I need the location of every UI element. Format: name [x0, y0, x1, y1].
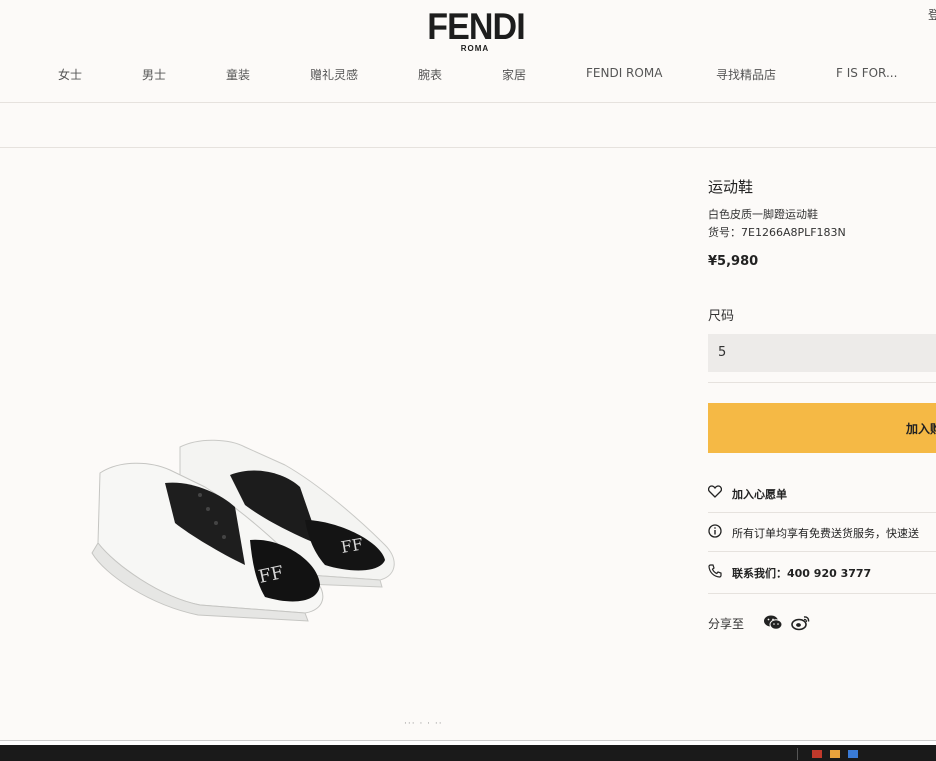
divider — [708, 593, 936, 594]
shipping-text: 所有订单均享有免费送货服务，快速送 — [732, 527, 919, 540]
site-header: FENDI ROMA 登 女士 男士 童装 赠礼灵感 腕表 家居 FENDI R… — [0, 0, 936, 103]
main-nav: 女士 男士 童装 赠礼灵感 腕表 家居 FENDI ROMA 寻找精品店 F I… — [0, 66, 936, 86]
add-to-cart-button[interactable]: 加入购 — [708, 403, 936, 453]
product-subtitle: 白色皮质一脚蹬运动鞋 — [708, 208, 818, 221]
product-image[interactable]: FF FF — [80, 425, 410, 640]
login-link[interactable]: 登 — [928, 6, 936, 23]
info-icon — [708, 524, 722, 538]
divider — [708, 382, 936, 383]
taskbar-app-icon[interactable] — [848, 750, 858, 758]
nav-item-home[interactable]: 家居 — [502, 66, 526, 83]
nav-item-f-is-for[interactable]: F IS FOR... — [836, 66, 897, 80]
nav-item-stores[interactable]: 寻找精品店 — [716, 66, 776, 83]
fendi-logo[interactable]: FENDI ROMA — [423, 8, 527, 53]
nav-item-watches[interactable]: 腕表 — [418, 66, 442, 83]
nav-item-gifts[interactable]: 赠礼灵感 — [310, 66, 358, 83]
logo-wordmark: FENDI — [427, 6, 525, 47]
divider — [708, 512, 936, 513]
image-caption-faded: ··· · · ·· — [404, 719, 443, 729]
breadcrumb-bar — [0, 103, 936, 148]
size-select-value: 5 — [718, 345, 727, 360]
taskbar-app-icon[interactable] — [830, 750, 840, 758]
contact-text: 联系我们：400 920 3777 — [732, 567, 872, 580]
size-label: 尺码 — [708, 309, 735, 324]
heart-icon — [708, 485, 722, 498]
wishlist-label: 加入心愿单 — [732, 488, 787, 501]
nav-item-men[interactable]: 男士 — [142, 66, 166, 83]
nav-item-women[interactable]: 女士 — [58, 66, 82, 83]
product-title: 运动鞋 — [708, 178, 754, 196]
product-price: ¥5,980 — [708, 254, 759, 269]
nav-item-kids[interactable]: 童装 — [226, 66, 250, 83]
weibo-icon[interactable] — [791, 614, 811, 631]
share-label: 分享至 — [708, 617, 745, 631]
shipping-info: 所有订单均享有免费送货服务，快速送 — [708, 522, 936, 542]
product-info: 运动鞋 白色皮质一脚蹬运动鞋 货号：7E1266A8PLF183N — [708, 176, 936, 242]
nav-item-fendi-roma[interactable]: FENDI ROMA — [586, 66, 662, 80]
wechat-icon[interactable] — [763, 614, 783, 631]
phone-icon — [708, 564, 722, 578]
svg-text:FF: FF — [339, 534, 364, 557]
add-to-cart-label: 加入购 — [906, 422, 936, 436]
size-select[interactable]: 5 — [708, 334, 936, 372]
taskbar-separator — [797, 748, 798, 760]
os-taskbar — [0, 745, 936, 761]
taskbar-app-icon[interactable] — [812, 750, 822, 758]
product-sku: 货号：7E1266A8PLF183N — [708, 226, 846, 239]
divider — [708, 551, 936, 552]
wishlist-link[interactable]: 加入心愿单 — [708, 483, 936, 503]
contact-link[interactable]: 联系我们：400 920 3777 — [708, 562, 936, 582]
